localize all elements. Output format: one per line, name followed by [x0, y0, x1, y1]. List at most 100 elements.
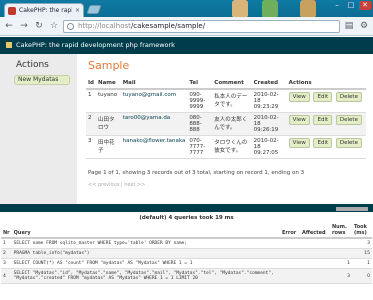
- address-bar[interactable]: http://localhost/cakesample/sample/: [63, 19, 340, 33]
- paging-counter: Page 1 of 1, showing 3 records out of 3 …: [88, 170, 305, 176]
- column-header: Actions: [286, 78, 366, 90]
- cell-mail: taro00@yama.da: [120, 112, 188, 136]
- sql-took: 15: [352, 248, 372, 259]
- sql-error: [280, 238, 300, 249]
- close-icon[interactable]: ✕: [359, 1, 371, 10]
- cell-mail: tuyano@gmail.com: [120, 89, 188, 113]
- cell-comment: 友人の太郎くんです。: [212, 112, 252, 136]
- sql-row: 2 PRAGMA table_info("mydatas") 15: [1, 248, 372, 259]
- forward-icon[interactable]: →: [18, 20, 30, 32]
- url-host: http://localhost: [78, 21, 131, 30]
- reload-icon[interactable]: ↻: [33, 20, 45, 32]
- delete-button[interactable]: Delete: [335, 115, 362, 125]
- theme-character-icon: [262, 0, 278, 18]
- sql-num-rows: [330, 248, 352, 259]
- view-button[interactable]: View: [288, 92, 310, 102]
- sql-nr: 4: [1, 268, 12, 284]
- sql-error: [280, 248, 300, 259]
- column-header[interactable]: Name: [95, 78, 121, 90]
- sql-took: 1: [352, 258, 372, 269]
- cell-comment: 私本人のデータです。: [212, 89, 252, 113]
- view-button[interactable]: View: [288, 115, 310, 125]
- tools-wrench-icon[interactable]: ⚙: [358, 20, 370, 32]
- cell-created: 2010-02-18 09:26:19: [251, 112, 287, 136]
- sql-log-caption: (default) 4 queries took 19 ms: [139, 215, 234, 221]
- edit-button[interactable]: Edit: [313, 138, 333, 148]
- cell-name: tuyano: [95, 89, 121, 113]
- sql-affected: [300, 248, 330, 259]
- cell-id: 1: [86, 89, 96, 113]
- new-mydatas-link[interactable]: New Mydatas: [14, 75, 70, 85]
- cell-tel: 080-888-888: [187, 112, 213, 136]
- browser-toolbar: ← → ↻ ☆ http://localhost/cakesample/samp…: [0, 17, 373, 36]
- data-table: Id Name Mail Tel Comment Created Actions…: [86, 78, 366, 159]
- view-button[interactable]: View: [288, 138, 310, 148]
- cell-id: 3: [86, 135, 96, 159]
- column-header[interactable]: Tel: [187, 78, 213, 90]
- cake-power-badge-icon[interactable]: [336, 207, 368, 211]
- cell-name: 田中花子: [95, 135, 121, 159]
- actions-sidebar: Actions New Mydatas: [0, 54, 77, 204]
- minimize-icon[interactable]: –: [331, 1, 343, 10]
- tab-close-icon[interactable]: ×: [75, 7, 80, 14]
- column-header[interactable]: Created: [251, 78, 287, 90]
- sql-row: 4 SELECT "Mydatas"."id", "Mydatas"."name…: [1, 268, 372, 284]
- window-controls: – □ ✕: [331, 1, 371, 10]
- sql-took: 0: [352, 268, 372, 284]
- bookmark-star-icon[interactable]: ☆: [48, 20, 60, 32]
- edit-button[interactable]: Edit: [313, 115, 333, 125]
- delete-button[interactable]: Delete: [335, 92, 362, 102]
- delete-button[interactable]: Delete: [335, 138, 362, 148]
- url-path: /cakesample/sample/: [130, 21, 206, 30]
- cell-comment: タロウくんの彼女です。: [212, 135, 252, 159]
- sql-nr: 1: [1, 238, 12, 249]
- page-title: Sample: [88, 59, 130, 72]
- sql-column-header: Query: [11, 223, 280, 239]
- cell-name: 山田タロウ: [95, 112, 121, 136]
- page-menu-icon[interactable]: ▤: [343, 20, 355, 32]
- sql-column-header: Nr: [1, 223, 12, 239]
- cell-actions: View Edit Delete: [286, 135, 366, 159]
- globe-icon: [67, 22, 74, 30]
- column-header[interactable]: Mail: [120, 78, 188, 90]
- cell-actions: View Edit Delete: [286, 89, 366, 113]
- sql-column-header: Took (ms): [352, 223, 372, 239]
- table-row: 2 山田タロウ taro00@yama.da 080-888-888 友人の太郎…: [86, 112, 366, 136]
- theme-character-icon: [232, 0, 248, 18]
- sql-num-rows: 3: [330, 268, 352, 284]
- page-header-title: CakePHP: the rapid development php frame…: [16, 41, 175, 49]
- new-tab-button[interactable]: [86, 5, 102, 14]
- footer-bar: [0, 204, 373, 212]
- back-icon[interactable]: ←: [3, 20, 15, 32]
- table-row: 1 tuyano tuyano@gmail.com 090-9999-9999 …: [86, 89, 366, 113]
- sql-error: [280, 268, 300, 284]
- column-header[interactable]: Id: [86, 78, 96, 90]
- sql-nr: 3: [1, 258, 12, 269]
- sql-num-rows: [330, 238, 352, 249]
- sql-nr: 2: [1, 248, 12, 259]
- sql-query: SELECT COUNT(*) AS "count" FROM "mydatas…: [11, 258, 280, 269]
- cell-created: 2010-02-18 09:27:05: [251, 135, 287, 159]
- sql-row: 3 SELECT COUNT(*) AS "count" FROM "mydat…: [1, 258, 372, 269]
- cell-tel: 090-9999-9999: [187, 89, 213, 113]
- cakephp-favicon-icon: [8, 6, 16, 15]
- browser-tab[interactable]: CakePHP: the rapid d... ×: [4, 3, 84, 17]
- sql-affected: [300, 258, 330, 269]
- theme-character-icon: [300, 0, 316, 18]
- maximize-icon[interactable]: □: [345, 1, 357, 10]
- sql-log-table: Nr Query Error Affected Num. rows Took (…: [1, 223, 372, 284]
- sql-query: SELECT "Mydatas"."id", "Mydatas"."name",…: [11, 268, 280, 284]
- cakephp-logo-icon: [6, 42, 12, 48]
- column-header[interactable]: Comment: [212, 78, 252, 90]
- sql-row: 1 SELECT name FROM sqlite_master WHERE t…: [1, 238, 372, 249]
- actions-heading: Actions: [16, 60, 49, 70]
- cell-id: 2: [86, 112, 96, 136]
- sql-query: SELECT name FROM sqlite_master WHERE typ…: [11, 238, 280, 249]
- paging-links: << previous | next >>: [88, 182, 146, 188]
- sql-affected: [300, 238, 330, 249]
- sql-column-header: Num. rows: [330, 223, 352, 239]
- sql-affected: [300, 268, 330, 284]
- sql-column-header: Affected: [300, 223, 330, 239]
- edit-button[interactable]: Edit: [313, 92, 333, 102]
- cell-tel: 070-7777-7777: [187, 135, 213, 159]
